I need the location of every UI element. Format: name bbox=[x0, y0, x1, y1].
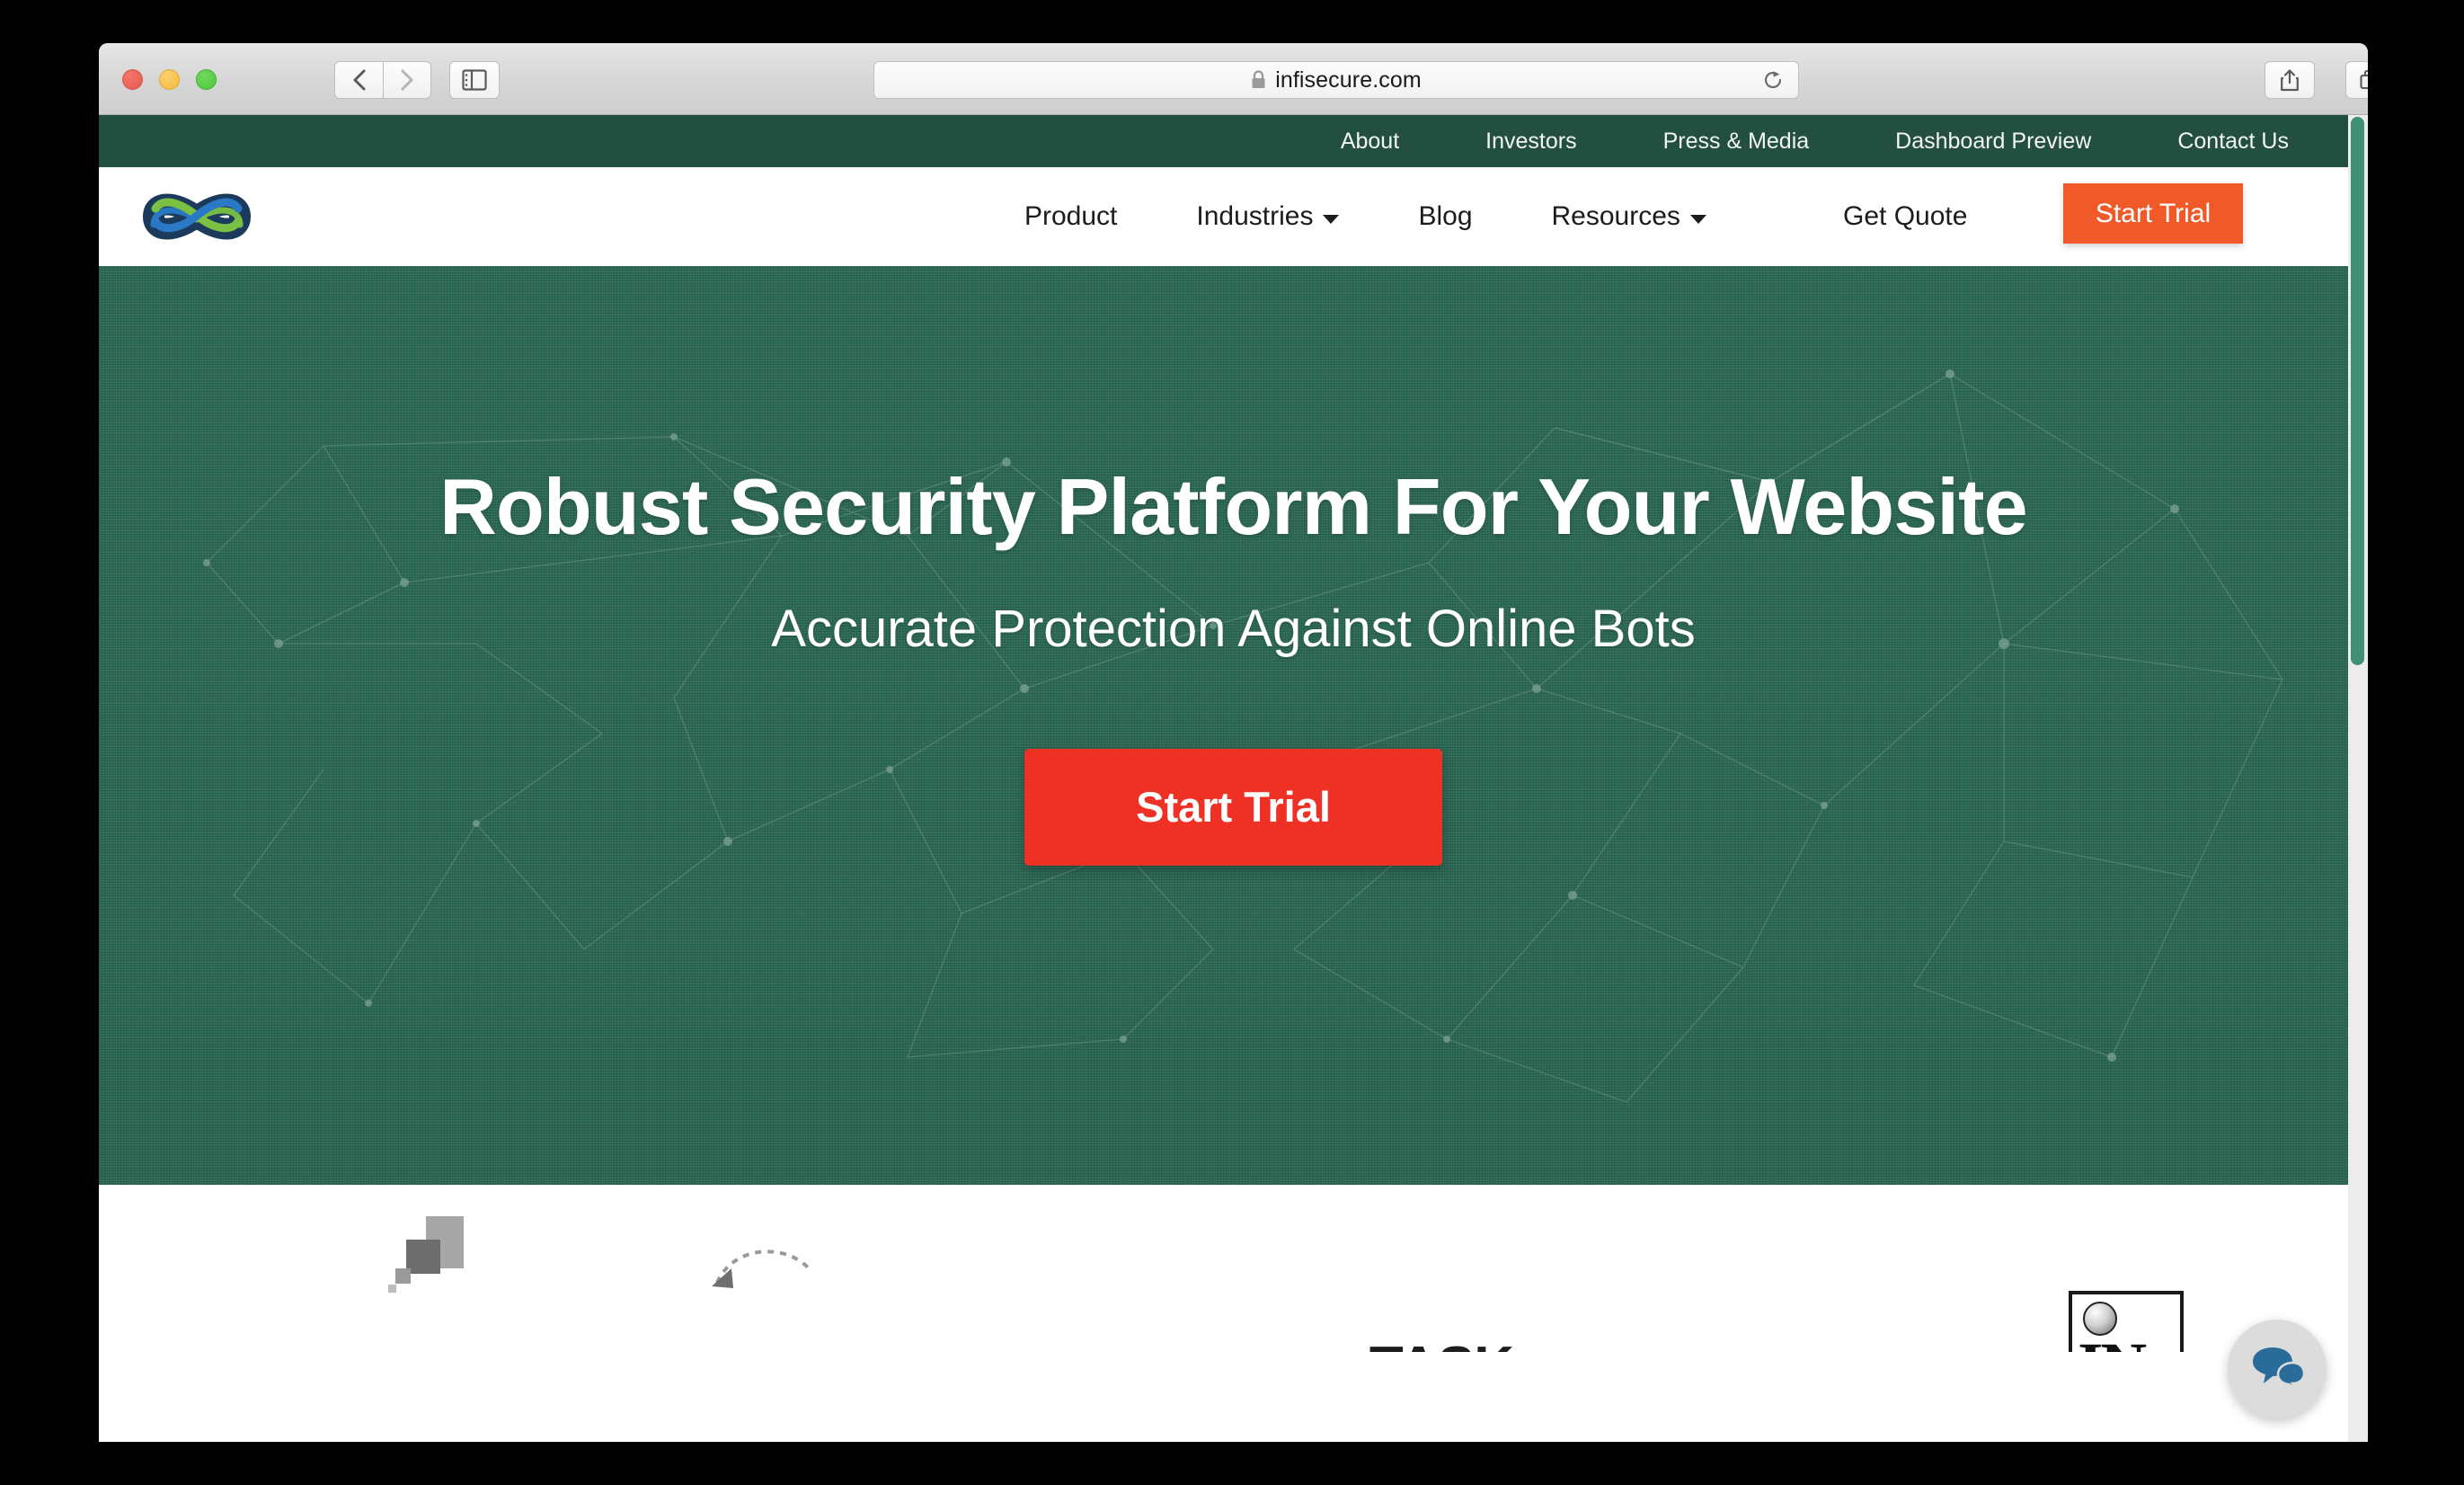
client-logo-in-frame: IN bbox=[2069, 1291, 2185, 1352]
client-logo-in-inner: IN bbox=[2078, 1300, 2175, 1352]
browser-window: infisecure.com + bbox=[99, 43, 2368, 1442]
page-scrollbar-track[interactable] bbox=[2348, 115, 2368, 1442]
nav-item-resources-label: Resources bbox=[1551, 201, 1680, 231]
hero-title: Robust Security Platform For Your Websit… bbox=[439, 462, 2027, 551]
utility-nav: About Investors Press & Media Dashboard … bbox=[99, 115, 2368, 167]
utility-nav-item-about[interactable]: About bbox=[1341, 129, 1399, 155]
hero-content: Robust Security Platform For Your Websit… bbox=[99, 266, 2368, 867]
share-button[interactable] bbox=[2265, 61, 2315, 99]
client-logo-letstask: letsTASK bbox=[1234, 1244, 1591, 1352]
brand-logo[interactable] bbox=[123, 182, 271, 252]
nav-item-industries-label: Industries bbox=[1196, 201, 1314, 231]
page-viewport: About Investors Press & Media Dashboard … bbox=[99, 115, 2368, 1442]
utility-nav-item-press-media[interactable]: Press & Media bbox=[1663, 129, 1810, 155]
show-all-tabs-icon bbox=[2360, 69, 2368, 90]
clickindia-squares-icon bbox=[388, 1216, 474, 1298]
hero-start-trial-label: Start Trial bbox=[1136, 783, 1331, 831]
navigation-buttons bbox=[334, 61, 431, 99]
back-button[interactable] bbox=[334, 61, 383, 99]
address-bar[interactable]: infisecure.com bbox=[873, 61, 1799, 99]
globe-icon bbox=[2083, 1302, 2118, 1336]
window-traffic-lights bbox=[122, 69, 217, 90]
chevron-down-icon bbox=[1323, 215, 1340, 224]
main-nav-links: Product Industries Blog Resources bbox=[1024, 201, 1786, 232]
chevron-down-icon bbox=[1689, 215, 1706, 224]
show-all-tabs-button[interactable] bbox=[2345, 61, 2368, 99]
client-logo-metripplr: metripplr bbox=[519, 1244, 877, 1352]
sidebar-toggle-icon bbox=[462, 69, 487, 91]
sidebar-toggle-button[interactable] bbox=[449, 61, 500, 99]
utility-nav-item-dashboard-preview[interactable]: Dashboard Preview bbox=[1895, 129, 2091, 155]
chat-widget-button[interactable] bbox=[2228, 1320, 2327, 1418]
browser-toolbar: infisecure.com + bbox=[99, 43, 2368, 115]
chevron-right-icon bbox=[401, 69, 413, 91]
lock-icon bbox=[1251, 69, 1266, 95]
get-quote-link[interactable]: Get Quote bbox=[1843, 201, 1967, 232]
client-logo-clickindia-text: ClickIndia bbox=[230, 1348, 451, 1352]
client-logo-letstask-text: letsTASK bbox=[1310, 1335, 1514, 1352]
client-logo-medzig-text: MEDZIGBETA bbox=[934, 1348, 1176, 1352]
url-text-wrapper: infisecure.com bbox=[1251, 67, 1422, 93]
medzig-name: MEDZIG bbox=[934, 1349, 1121, 1352]
utility-nav-item-investors[interactable]: Investors bbox=[1485, 129, 1576, 155]
nav-start-trial-label: Start Trial bbox=[2095, 198, 2211, 228]
close-window-button[interactable] bbox=[122, 69, 143, 90]
client-logo-accuform: ACCUFORM bbox=[1591, 1244, 1948, 1352]
letstask-task: TASK bbox=[1369, 1336, 1514, 1352]
main-nav: Product Industries Blog Resources Get Qu… bbox=[99, 167, 2368, 266]
nav-item-industries[interactable]: Industries bbox=[1196, 201, 1340, 232]
nav-start-trial-button[interactable]: Start Trial bbox=[2063, 183, 2243, 244]
share-icon bbox=[2281, 69, 2299, 92]
hero-start-trial-button[interactable]: Start Trial bbox=[1024, 749, 1442, 867]
utility-nav-item-contact-us[interactable]: Contact Us bbox=[2177, 129, 2289, 155]
reload-icon bbox=[1764, 71, 1782, 89]
client-logo-medzig: MEDZIGBETA bbox=[876, 1244, 1234, 1352]
forward-button[interactable] bbox=[383, 61, 431, 99]
infinity-logo-icon bbox=[142, 193, 252, 240]
nav-item-blog-label: Blog bbox=[1418, 201, 1473, 231]
chevron-left-icon bbox=[353, 69, 365, 91]
nav-item-product-label: Product bbox=[1024, 201, 1118, 231]
nav-item-product[interactable]: Product bbox=[1024, 201, 1117, 232]
client-logo-clickindia: ClickIndia bbox=[162, 1216, 519, 1352]
page-scrollbar-thumb[interactable] bbox=[2351, 117, 2364, 665]
reload-button[interactable] bbox=[1760, 67, 1786, 93]
client-logo-strip: ClickIndia metripplr bbox=[99, 1185, 2368, 1352]
metripplr-arrow-icon bbox=[708, 1241, 814, 1294]
maximize-window-button[interactable] bbox=[196, 69, 217, 90]
minimize-window-button[interactable] bbox=[159, 69, 180, 90]
nav-item-blog[interactable]: Blog bbox=[1418, 201, 1472, 232]
url-text: infisecure.com bbox=[1275, 67, 1422, 93]
client-logo-in-text: IN bbox=[2078, 1333, 2147, 1352]
nav-item-resources[interactable]: Resources bbox=[1552, 201, 1706, 232]
hero-subtitle: Accurate Protection Against Online Bots bbox=[771, 600, 1696, 659]
hero-section: Robust Security Platform For Your Websit… bbox=[99, 266, 2368, 1185]
chat-bubbles-icon bbox=[2253, 1347, 2305, 1392]
